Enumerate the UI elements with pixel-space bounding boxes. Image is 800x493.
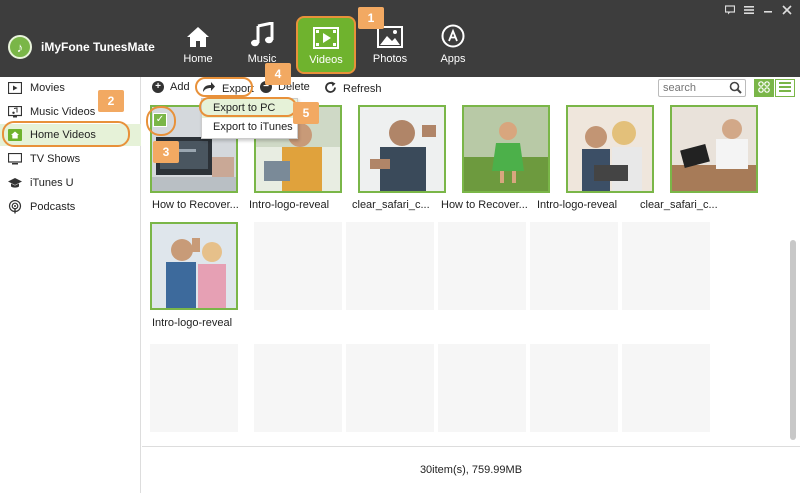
music-icon [250,20,274,48]
sidebar-item-label: iTunes U [30,177,74,189]
video-caption: How to Recover... [152,199,239,211]
list-view-button[interactable] [775,79,795,97]
status-summary: 30item(s), 759.99MB [419,464,523,476]
sidebar-item-itunes-u[interactable]: iTunes U [0,172,141,194]
sidebar-item-podcasts[interactable]: Podcasts [0,196,141,218]
status-bar: 30item(s), 759.99MB [142,446,800,493]
videos-icon [313,21,339,49]
refresh-button[interactable]: Refresh [324,81,382,97]
grid-view-button[interactable] [754,79,774,97]
thumbnail-placeholder [254,222,342,310]
home-videos-highlight-ring [2,121,130,147]
thumbnail-placeholder [622,222,710,310]
callout-badge: 4 [265,63,291,85]
list-icon [779,81,791,95]
video-caption: Intro-logo-reveal [152,317,233,329]
thumbnail-placeholder [622,344,710,432]
sidebar-item-label: Music Videos [30,106,96,118]
thumbnail-placeholder [150,344,238,432]
tab-home[interactable]: Home [170,20,226,72]
video-thumbnail[interactable] [462,105,550,193]
video-thumbnail[interactable] [670,105,758,193]
add-icon: + [152,81,164,93]
video-caption: How to Recover... [441,199,528,211]
video-caption: clear_safari_c... [640,199,718,211]
export-highlight-ring [195,77,253,97]
title-bar: ♪ iMyFone TunesMate Home Music Videos Ph… [0,0,800,77]
scrollbar-thumb[interactable] [790,240,796,440]
grid-icon [758,80,770,96]
window-controls [724,5,792,18]
music-video-icon [8,106,22,118]
refresh-label: Refresh [343,83,382,95]
sidebar-item-label: Podcasts [30,201,76,213]
sidebar-item-label: TV Shows [30,153,81,165]
refresh-icon [324,81,337,97]
close-icon[interactable] [782,5,792,18]
podcast-icon [8,200,22,214]
tab-photos-label: Photos [372,53,408,65]
checkbox-highlight-ring [146,106,176,136]
tv-icon [8,153,22,165]
search-input[interactable] [659,80,727,96]
export-to-pc-highlight-ring [199,97,297,117]
add-button[interactable]: + Add [152,81,190,93]
thumbnail-placeholder [438,222,526,310]
video-thumbnail[interactable] [566,105,654,193]
thumbnail-placeholder [346,344,434,432]
sidebar-item-tv-shows[interactable]: TV Shows [0,148,141,170]
apps-icon [441,20,465,48]
app-logo-icon: ♪ [8,35,32,59]
thumbnail-placeholder [530,344,618,432]
thumbnail-placeholder [530,222,618,310]
sidebar: Movies Music Videos Home Videos TV Shows… [0,77,141,493]
graduation-cap-icon [8,177,22,189]
video-caption: Intro-logo-reveal [537,199,618,211]
menu-item-export-to-itunes[interactable]: Export to iTunes [202,118,297,137]
video-thumbnail[interactable] [150,222,238,310]
tab-apps[interactable]: Apps [425,20,481,72]
movie-icon [8,82,22,94]
callout-badge: 5 [293,102,319,124]
app-title: iMyFone TunesMate [41,40,155,54]
video-caption: clear_safari_c... [352,199,430,211]
home-icon [186,20,210,48]
menu-icon[interactable] [744,5,754,18]
thumbnail-placeholder [254,344,342,432]
minimize-icon[interactable] [763,5,773,18]
tab-apps-label: Apps [440,53,466,65]
tab-videos-label: Videos [309,54,343,66]
callout-badge: 1 [358,7,384,29]
add-label: Add [170,81,190,93]
tab-videos[interactable]: Videos [296,16,356,74]
thumbnail-placeholder [438,344,526,432]
sidebar-item-label: Movies [30,82,65,94]
search-box [658,79,746,97]
callout-badge: 3 [153,141,179,163]
callout-badge: 2 [98,90,124,112]
video-thumbnail[interactable] [358,105,446,193]
thumbnail-placeholder [346,222,434,310]
tab-home-label: Home [183,53,213,65]
search-icon[interactable] [729,81,742,94]
feedback-icon[interactable] [724,5,736,18]
video-caption: Intro-logo-reveal [249,199,330,211]
